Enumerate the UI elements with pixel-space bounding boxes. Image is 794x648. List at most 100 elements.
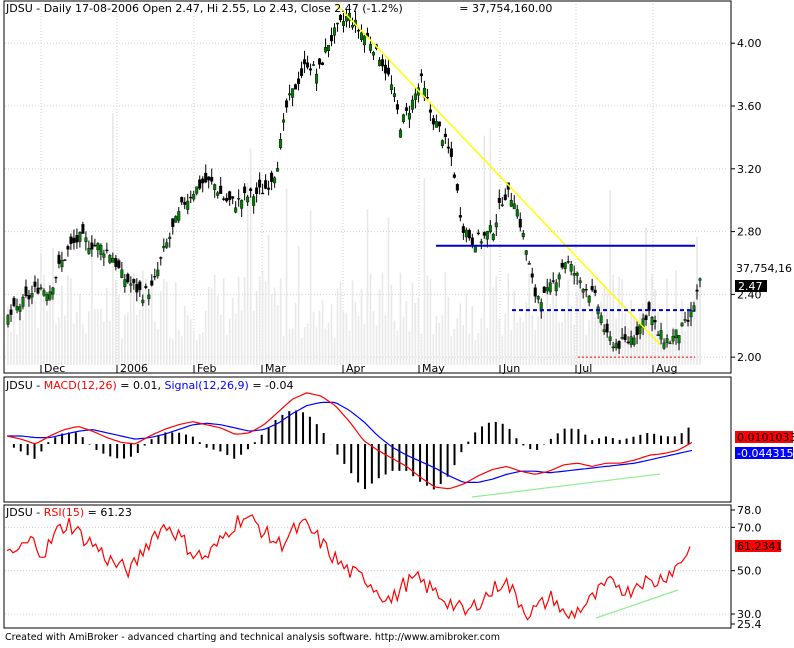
candle-body (485, 231, 489, 240)
candle-body (680, 322, 684, 327)
candle-body (204, 172, 208, 183)
candle-body (246, 196, 250, 203)
candle-body (207, 176, 211, 181)
candle-body (551, 280, 555, 282)
candle-body (327, 45, 331, 52)
candle-body (63, 259, 67, 261)
candle-body (491, 233, 495, 240)
candle-body (578, 280, 582, 283)
candle-body (72, 237, 76, 243)
rsi-pane: 78.070.050.030.025.4 JDSU - RSI(15) = 61… (3, 504, 783, 631)
candle-body (6, 315, 10, 325)
rsi-value: = 61.23 (84, 506, 132, 519)
price-axis-labels: 4.003.603.202.802.402.00 (731, 37, 762, 364)
candle-body (668, 342, 672, 345)
candle-body (494, 222, 498, 228)
candle-body (282, 119, 286, 123)
candle-body (560, 262, 564, 268)
macd-header-symbol: JDSU (5, 379, 33, 392)
price-tick-label: 2.80 (737, 226, 762, 239)
candle-body (428, 109, 432, 113)
candle-body (300, 68, 304, 76)
macd-value: = 0.01, (117, 379, 165, 392)
candle-body (608, 336, 612, 341)
candle-body (449, 148, 453, 158)
candle-body (440, 140, 444, 146)
candle-body (671, 335, 675, 342)
price-tick-label: 2.00 (737, 351, 762, 364)
candle-body (30, 293, 34, 298)
candle-body (189, 196, 193, 199)
candle-body (602, 329, 606, 332)
candle-body (638, 324, 642, 334)
candle-body (294, 84, 298, 90)
candle-body (9, 309, 13, 315)
candle-body (99, 244, 103, 255)
candle-body (620, 337, 624, 339)
candle-body (548, 282, 552, 293)
candle-body (159, 257, 163, 259)
candle-body (261, 192, 265, 195)
rsi-label: RSI(15) (44, 506, 84, 519)
candle-body (129, 283, 133, 286)
candle-body (503, 194, 507, 200)
candle-body (695, 289, 699, 292)
macd-header: JDSU - MACD(12,26) = 0.01, Signal(12,26,… (5, 379, 294, 392)
candle-body (342, 21, 346, 26)
candle-body (54, 276, 58, 279)
candle-body (210, 176, 214, 182)
candle-body (276, 168, 280, 172)
candle-body (222, 198, 226, 200)
time-tick-label: May (422, 362, 445, 375)
candle-body (306, 62, 310, 68)
macd-line (6, 392, 693, 490)
candle-body (500, 204, 504, 206)
candle-body (617, 341, 621, 349)
candle-body (240, 200, 244, 209)
candle-body (195, 186, 199, 194)
candle-body (297, 78, 301, 85)
candle-body (389, 84, 393, 90)
footer-credit: Created with AmiBroker - advanced charti… (5, 632, 500, 643)
candle-body (171, 218, 175, 227)
candle-body (12, 298, 16, 306)
volume-badge: 37,754,16 (736, 262, 792, 275)
candle-body (584, 289, 588, 291)
candle-body (497, 197, 501, 203)
time-tick-label: Feb (197, 362, 216, 375)
rsi-header: JDSU - RSI(15) = 61.23 (5, 506, 132, 519)
time-tick-label: Jun (502, 362, 520, 375)
candle-body (656, 334, 660, 336)
candle-body (255, 187, 259, 194)
candle-body (165, 242, 169, 248)
candle-body (150, 280, 154, 286)
candle-body (45, 294, 49, 302)
candle-body (264, 180, 268, 189)
candlesticks (6, 5, 702, 354)
candle-body (48, 291, 52, 300)
candle-body (21, 296, 25, 307)
candle-body (383, 64, 387, 74)
candle-body (686, 319, 690, 322)
candle-body (57, 254, 61, 264)
candle-body (27, 295, 31, 300)
candle-body (105, 249, 109, 252)
candle-body (368, 44, 372, 51)
volume-label: Volume() (406, 2, 456, 15)
candle-body (419, 73, 423, 77)
rsi-tick-label: 50.0 (737, 565, 762, 578)
candle-body (66, 246, 70, 250)
candle-body (84, 237, 88, 243)
candle-body (587, 295, 591, 303)
candle-body (186, 200, 190, 210)
candle-body (75, 235, 79, 243)
candle-body (524, 250, 528, 255)
rsi-tick-label: 78.0 (737, 504, 762, 517)
candle-body (198, 179, 202, 189)
candle-body (141, 299, 145, 304)
candle-body (674, 329, 678, 339)
candle-body (285, 100, 289, 108)
candle-body (464, 229, 468, 238)
macd-divergence-line (471, 473, 661, 498)
time-tick-label: Apr (346, 362, 366, 375)
